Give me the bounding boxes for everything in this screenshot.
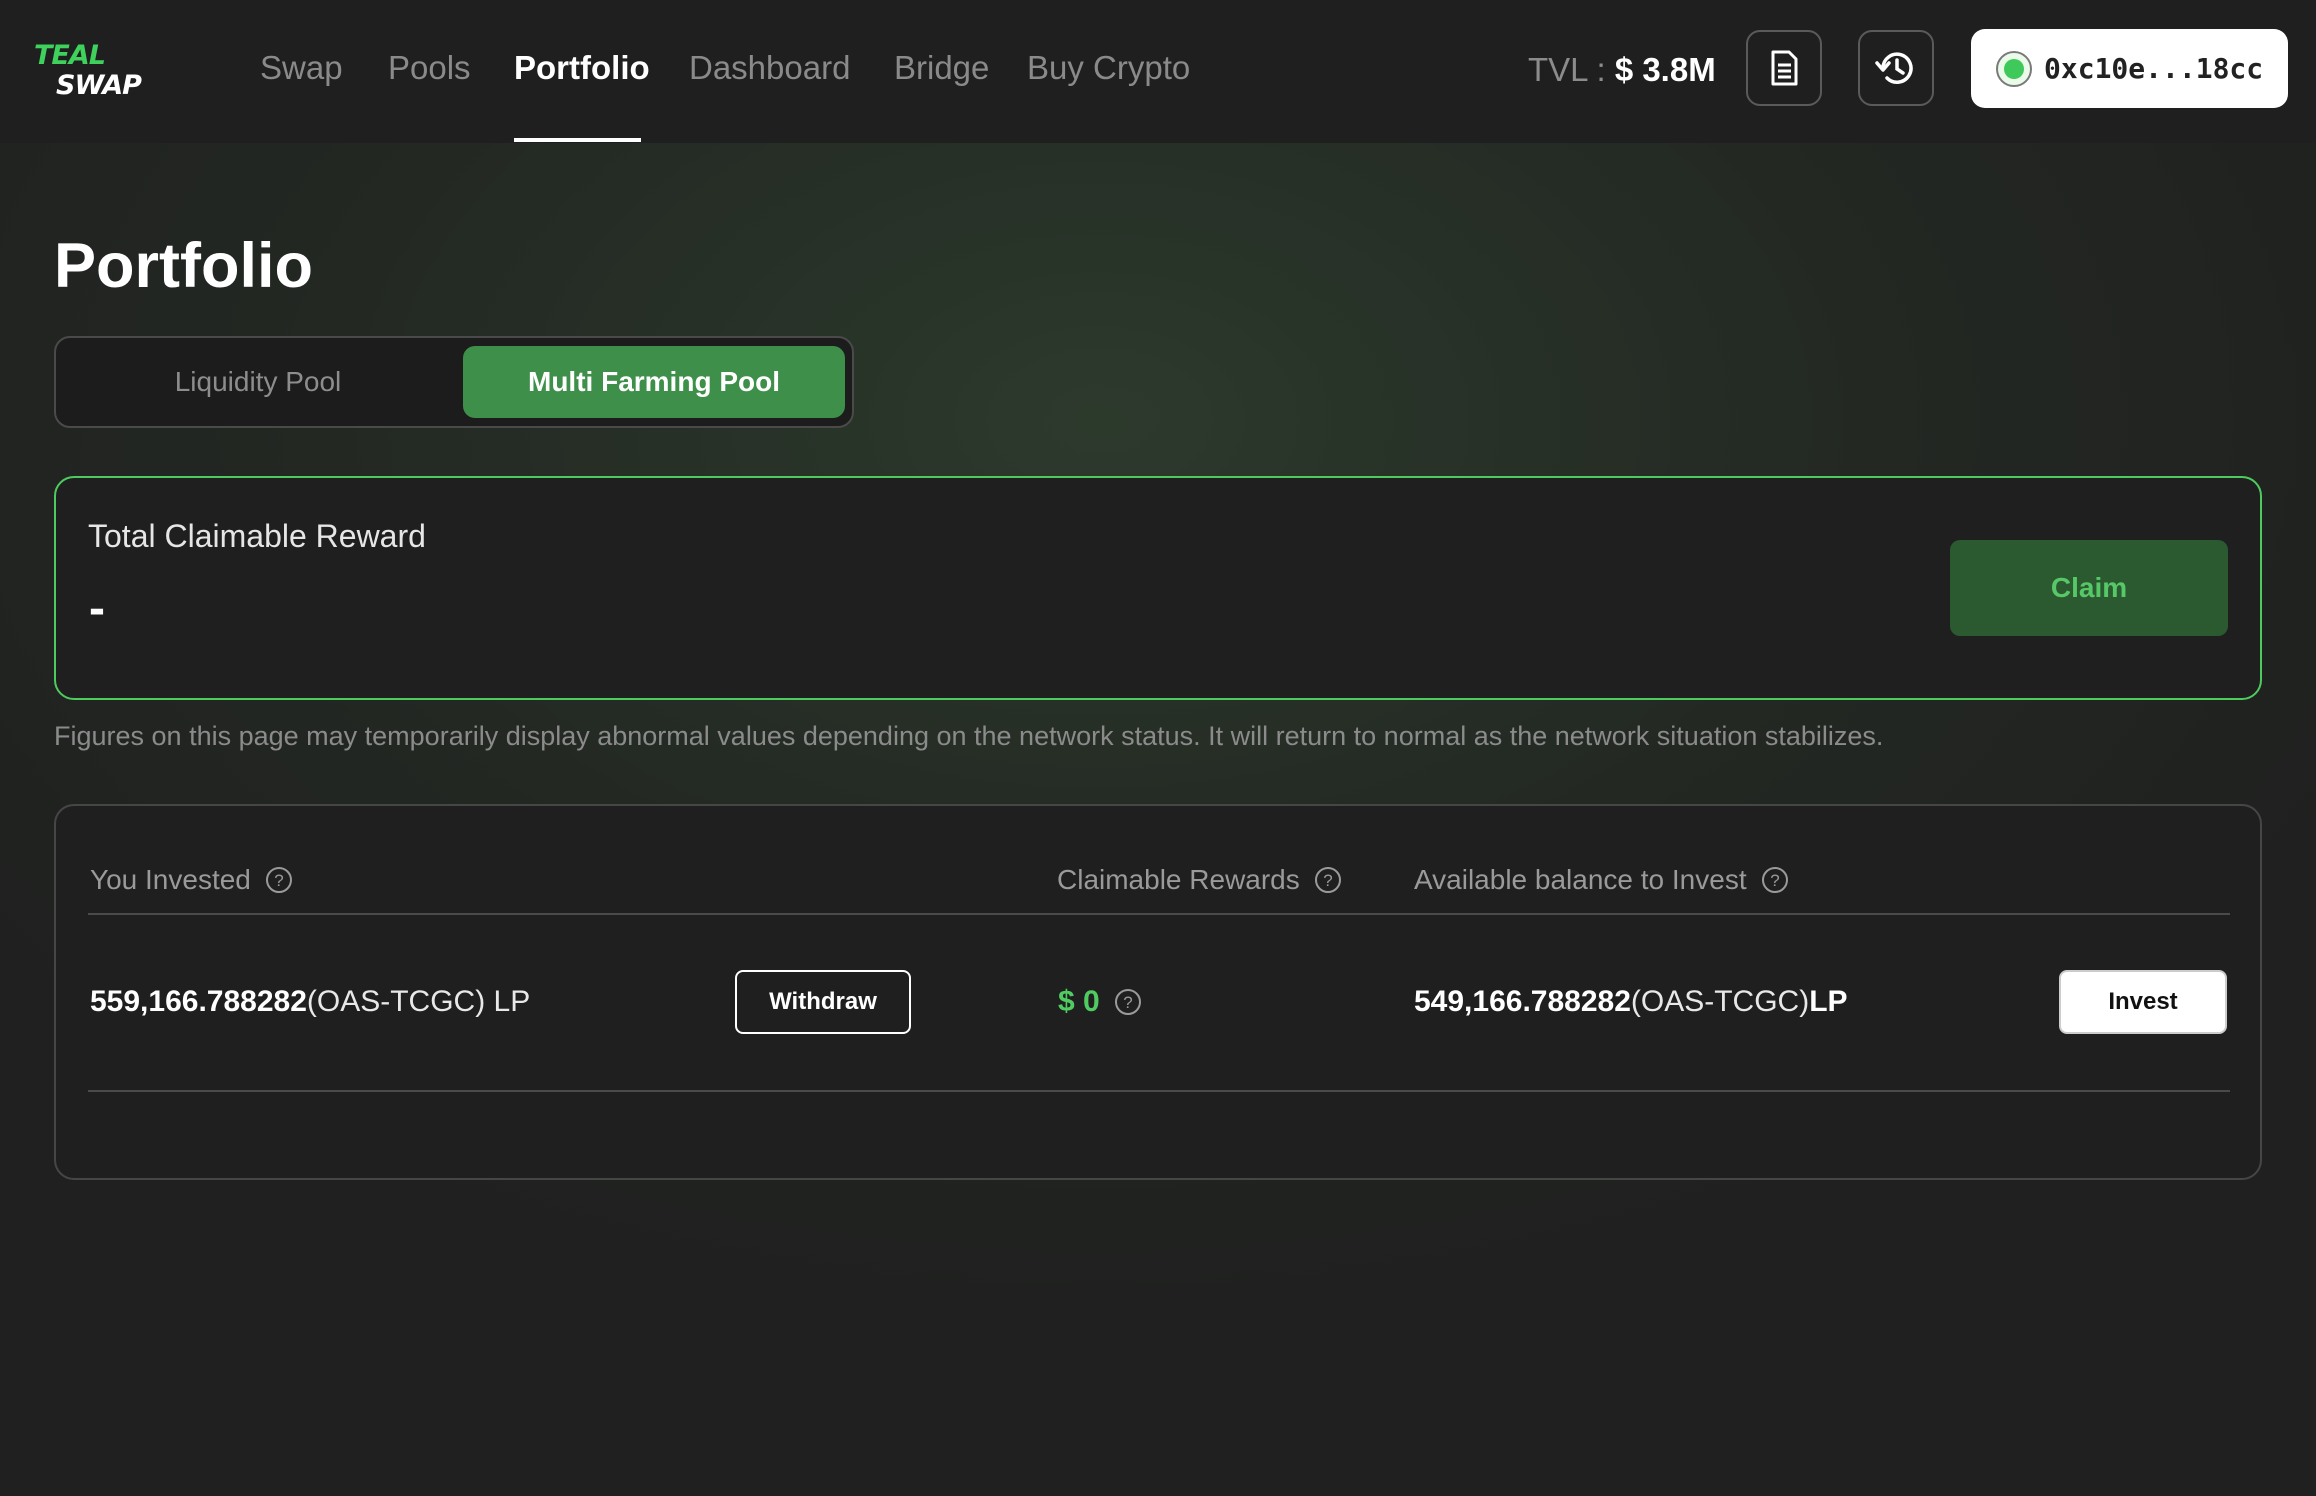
wallet-button[interactable]: 0xc10e...18cc xyxy=(1971,29,2288,108)
active-nav-indicator xyxy=(514,138,641,142)
reward-label: Total Claimable Reward xyxy=(88,518,426,554)
tvl-display: TVL : $ 3.8M xyxy=(1528,48,1716,92)
help-icon[interactable]: ? xyxy=(265,866,293,894)
history-icon xyxy=(1875,52,1913,84)
tvl-value: $ 3.8M xyxy=(1614,51,1716,88)
pool-type-toggle: Liquidity Pool Multi Farming Pool xyxy=(54,336,854,428)
invest-button[interactable]: Invest xyxy=(2059,970,2227,1034)
withdraw-button[interactable]: Withdraw xyxy=(735,970,911,1034)
svg-text:?: ? xyxy=(1323,871,1332,890)
tvl-label: TVL : xyxy=(1528,51,1615,88)
header-claimable-rewards: Claimable Rewards ? xyxy=(1057,858,1342,902)
nav-bridge[interactable]: Bridge xyxy=(894,46,989,90)
farming-table: You Invested ? Claimable Rewards ? Avail… xyxy=(54,804,2262,1180)
svg-text:?: ? xyxy=(274,871,283,890)
top-nav: TEAL SWAP Swap Pools Portfolio Dashboard… xyxy=(0,0,2316,143)
available-pair: (OAS-TCGC) xyxy=(1630,985,1810,1018)
document-icon xyxy=(1771,50,1798,86)
invested-value: 559,166.788282 xyxy=(90,985,307,1018)
nav-portfolio[interactable]: Portfolio xyxy=(514,46,650,90)
claimable-value: $ 0 xyxy=(1058,985,1100,1018)
nav-dashboard[interactable]: Dashboard xyxy=(689,46,850,90)
logo-line-1: TEAL xyxy=(34,40,105,71)
network-notice: Figures on this page may temporarily dis… xyxy=(54,721,1884,751)
available-unit: LP xyxy=(1809,985,1848,1018)
history-button[interactable] xyxy=(1858,30,1934,106)
nav-pools[interactable]: Pools xyxy=(388,46,471,90)
docs-button[interactable] xyxy=(1746,30,1822,106)
svg-text:?: ? xyxy=(1770,871,1779,890)
svg-text:?: ? xyxy=(1123,993,1132,1012)
help-icon[interactable]: ? xyxy=(1114,988,1142,1016)
available-value: 549,166.788282 xyxy=(1414,985,1631,1018)
reward-value: - xyxy=(89,582,105,635)
available-balance: 549,166.788282 (OAS-TCGC) LP xyxy=(1414,980,1848,1024)
header-label: You Invested xyxy=(90,864,251,895)
header-you-invested: You Invested ? xyxy=(90,858,293,902)
claim-button[interactable]: Claim xyxy=(1950,540,2228,636)
nav-swap[interactable]: Swap xyxy=(260,46,343,90)
nav-buy-crypto[interactable]: Buy Crypto xyxy=(1027,46,1190,90)
tab-multi-farming-pool[interactable]: Multi Farming Pool xyxy=(463,346,845,418)
header-divider xyxy=(88,913,2230,915)
logo-line-2: SWAP xyxy=(56,70,142,98)
invested-pair: (OAS-TCGC) LP xyxy=(306,985,531,1018)
page-title: Portfolio xyxy=(54,231,313,301)
total-claimable-reward-card: Total Claimable Reward - Claim xyxy=(54,476,2262,700)
help-icon[interactable]: ? xyxy=(1314,866,1342,894)
tab-liquidity-pool[interactable]: Liquidity Pool xyxy=(64,346,452,418)
teal-swap-logo[interactable]: TEAL SWAP xyxy=(32,40,174,98)
wallet-address: 0xc10e...18cc xyxy=(2044,52,2264,85)
header-label: Available balance to Invest xyxy=(1414,864,1747,895)
row-divider xyxy=(88,1090,2230,1092)
wallet-avatar-icon xyxy=(1996,50,2032,87)
header-label: Claimable Rewards xyxy=(1057,864,1300,895)
help-icon[interactable]: ? xyxy=(1761,866,1789,894)
claimable-rewards-value: $ 0 ? xyxy=(1058,980,1142,1024)
invested-amount: 559,166.788282 (OAS-TCGC) LP xyxy=(90,980,530,1024)
header-available-balance: Available balance to Invest ? xyxy=(1414,858,1789,902)
